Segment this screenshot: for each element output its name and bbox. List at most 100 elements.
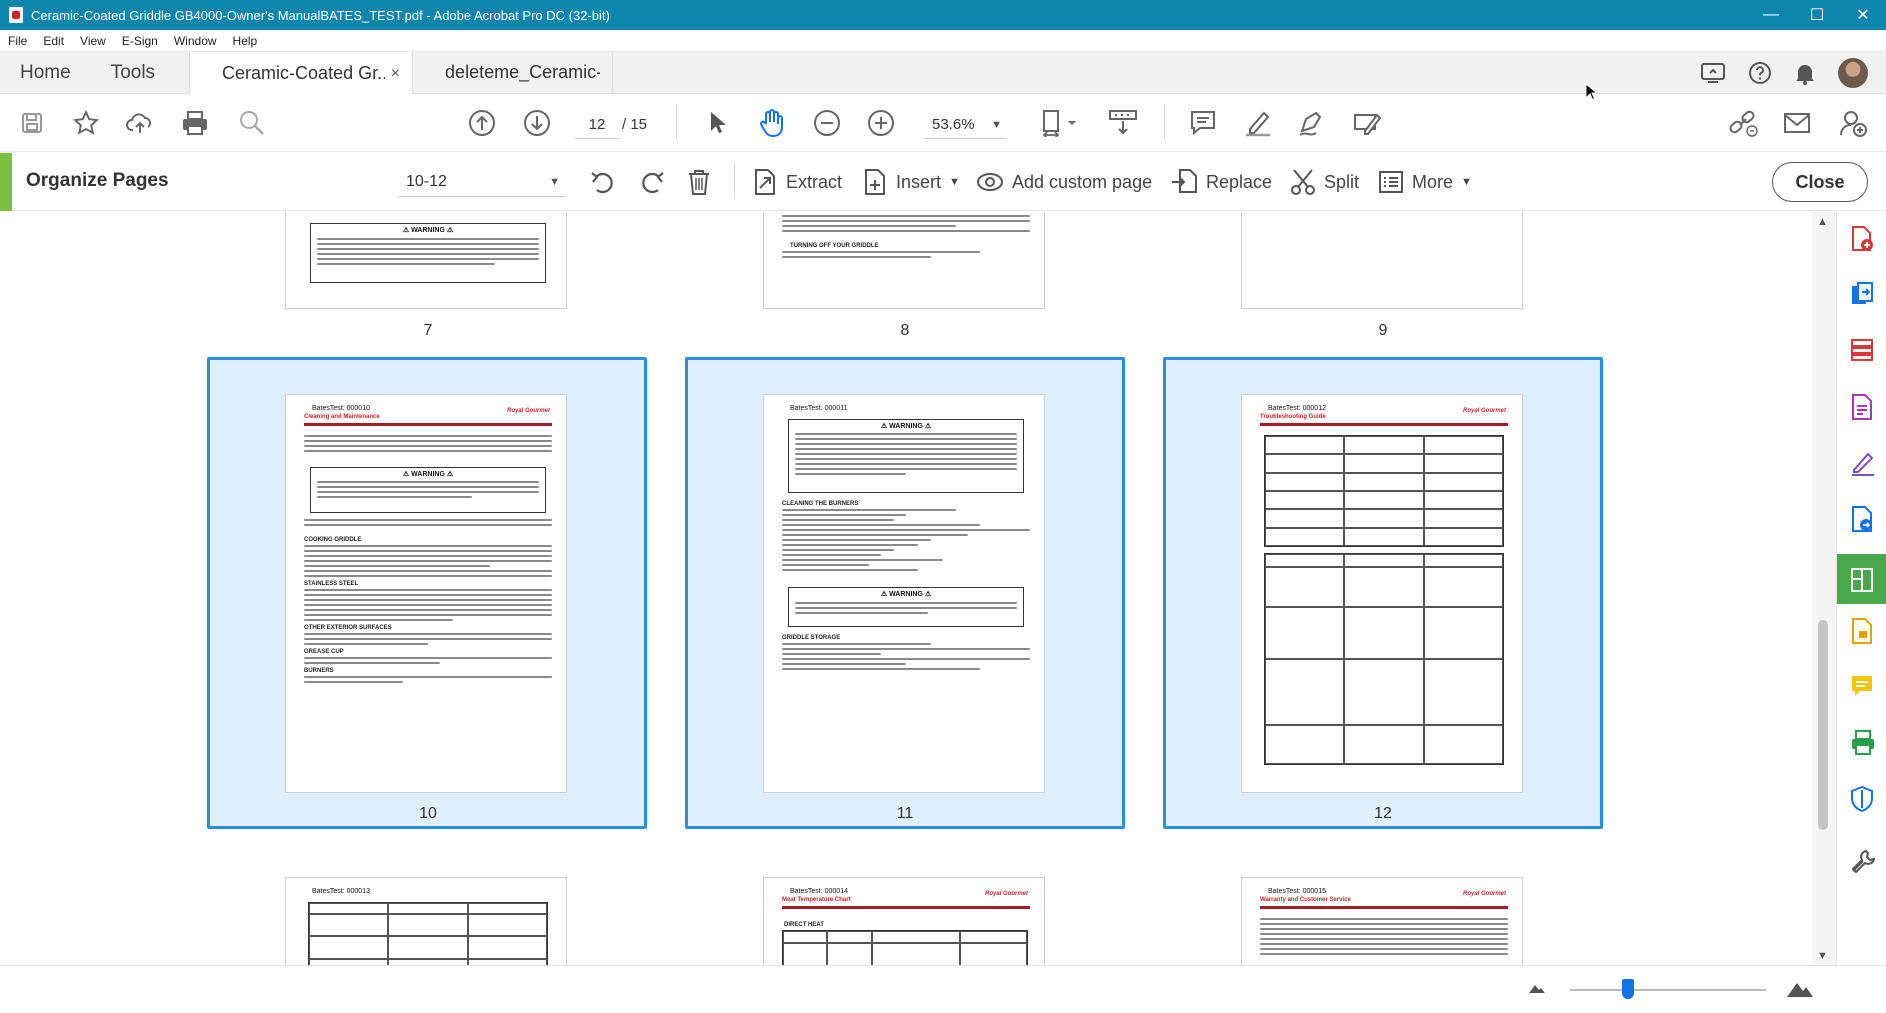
scrollbar-thumb[interactable] bbox=[1818, 620, 1828, 830]
page-thumbnail-11[interactable]: BatesTest: 000011 ⚠ WARNING ⚠ CLEANING T… bbox=[763, 394, 1045, 793]
edit-pdf-icon[interactable] bbox=[1850, 394, 1874, 420]
tab-tools[interactable]: Tools bbox=[91, 52, 189, 93]
warning-title: ⚠ WARNING ⚠ bbox=[880, 423, 932, 430]
menu-edit[interactable]: Edit bbox=[35, 34, 72, 48]
add-user-icon[interactable] bbox=[1838, 108, 1868, 138]
rotate-left-icon[interactable] bbox=[589, 167, 617, 197]
create-pdf-icon[interactable] bbox=[1850, 226, 1874, 251]
more-button[interactable]: More ▼ bbox=[1378, 167, 1472, 197]
thumbnail-size-slider[interactable] bbox=[1570, 989, 1766, 991]
insert-button[interactable]: Insert ▼ bbox=[862, 167, 960, 197]
menu-bar: File Edit View E-Sign Window Help bbox=[0, 30, 1886, 52]
next-page-icon[interactable] bbox=[522, 108, 552, 138]
organize-pages-title: Organize Pages bbox=[26, 170, 169, 191]
page-thumbnail-13[interactable]: BatesTest: 000013 bbox=[285, 877, 567, 965]
bates-number: BatesTest: 000015 bbox=[1268, 888, 1326, 895]
page-thumbnails-area: ⚠ WARNING ⚠ 7 TURNING OFF YOUR GRIDDLE 8… bbox=[0, 212, 1812, 965]
close-organize-button[interactable]: Close bbox=[1772, 162, 1868, 202]
vertical-scrollbar[interactable]: ▲ ▼ bbox=[1812, 212, 1836, 965]
bookmark-star-icon[interactable] bbox=[71, 108, 101, 138]
menu-help[interactable]: Help bbox=[225, 34, 266, 48]
scroll-mode-icon[interactable] bbox=[1106, 108, 1140, 138]
add-custom-page-button[interactable]: Add custom page bbox=[976, 167, 1152, 197]
menu-window[interactable]: Window bbox=[166, 34, 225, 48]
tab-document-1[interactable]: Ceramic-Coated Gr... × bbox=[189, 52, 414, 95]
close-window-button[interactable]: ✕ bbox=[1840, 0, 1886, 30]
scissors-icon bbox=[1291, 169, 1315, 195]
rotate-right-icon[interactable] bbox=[638, 167, 666, 197]
page-range-value: 10-12 bbox=[406, 173, 447, 190]
zoom-in-icon[interactable] bbox=[866, 108, 896, 138]
menu-view[interactable]: View bbox=[72, 34, 114, 48]
protect-shield-icon[interactable] bbox=[1850, 785, 1874, 813]
menu-esign[interactable]: E-Sign bbox=[114, 34, 166, 48]
fill-sign-icon[interactable] bbox=[1850, 450, 1874, 476]
comment-icon[interactable] bbox=[1188, 108, 1218, 138]
page-fit-icon[interactable] bbox=[1040, 108, 1080, 138]
extract-button[interactable]: Extract bbox=[752, 167, 842, 197]
page-subtitle: Troubleshooting Guide bbox=[1260, 414, 1326, 420]
page-section-heading: OTHER EXTERIOR SURFACES bbox=[304, 625, 392, 631]
bates-number: BatesTest: 000012 bbox=[1268, 405, 1326, 412]
draw-pen-icon[interactable] bbox=[1297, 108, 1327, 138]
page-thumbnail-10[interactable]: BatesTest: 000010 Cleaning and Maintenan… bbox=[285, 394, 567, 793]
organize-accent-strip bbox=[0, 153, 12, 211]
more-label: More bbox=[1412, 171, 1454, 192]
organize-layout-icon[interactable] bbox=[1850, 338, 1874, 362]
save-icon[interactable] bbox=[17, 108, 47, 138]
send-for-review-icon[interactable] bbox=[1850, 506, 1874, 532]
previous-page-icon[interactable] bbox=[467, 108, 497, 138]
warning-box: ⚠ WARNING ⚠ bbox=[310, 223, 546, 283]
page-section-heading: CLEANING THE BURNERS bbox=[782, 501, 859, 507]
organize-pages-tool-active[interactable] bbox=[1837, 554, 1886, 604]
zoom-out-icon[interactable] bbox=[812, 108, 842, 138]
page-thumbnail-7[interactable]: ⚠ WARNING ⚠ bbox=[285, 212, 567, 309]
protect-file-icon[interactable] bbox=[1850, 618, 1874, 644]
email-icon[interactable] bbox=[1782, 108, 1812, 138]
small-thumbnail-icon[interactable] bbox=[1528, 980, 1546, 999]
comment-tool-icon[interactable] bbox=[1850, 674, 1874, 698]
notifications-bell-icon[interactable] bbox=[1794, 61, 1816, 85]
page-number-input[interactable]: 12 bbox=[575, 111, 619, 139]
maximize-button[interactable]: ☐ bbox=[1794, 0, 1840, 30]
print-icon[interactable] bbox=[180, 108, 210, 138]
page-thumbnail-9[interactable] bbox=[1241, 212, 1523, 309]
upload-cloud-icon[interactable] bbox=[125, 108, 155, 138]
zoom-search-icon[interactable] bbox=[237, 108, 267, 138]
hand-tool-icon[interactable] bbox=[757, 108, 787, 138]
minimize-button[interactable]: — bbox=[1748, 0, 1794, 30]
header-rule bbox=[1260, 906, 1508, 909]
troubleshooting-table-1 bbox=[1264, 435, 1504, 547]
page-thumbnail-14[interactable]: BatesTest: 000014 Meat Temperature Chart… bbox=[763, 877, 1045, 965]
highlight-pen-icon[interactable] bbox=[1243, 108, 1273, 138]
share-screen-icon[interactable] bbox=[1700, 61, 1726, 85]
page-thumbnail-15[interactable]: BatesTest: 000015 Warranty and Customer … bbox=[1241, 877, 1523, 965]
edit-text-icon[interactable] bbox=[1352, 108, 1382, 138]
chevron-down-icon: ▼ bbox=[549, 176, 560, 188]
replace-button[interactable]: Replace bbox=[1170, 167, 1272, 197]
toolbar-divider bbox=[676, 104, 677, 140]
page-section-heading: TURNING OFF YOUR GRIDDLE bbox=[790, 243, 879, 249]
tab-document-2[interactable]: deleteme_Ceramic-... bbox=[413, 52, 614, 93]
more-tools-icon[interactable] bbox=[1850, 848, 1876, 874]
slider-knob[interactable] bbox=[1622, 979, 1634, 999]
help-icon[interactable] bbox=[1748, 61, 1772, 85]
split-button[interactable]: Split bbox=[1290, 167, 1359, 197]
tab-home[interactable]: Home bbox=[0, 52, 91, 93]
user-avatar[interactable] bbox=[1838, 57, 1868, 88]
scroll-up-icon[interactable]: ▲ bbox=[1817, 216, 1828, 228]
delete-trash-icon[interactable] bbox=[686, 167, 712, 197]
zoom-level-dropdown[interactable]: 53.6% ▼ bbox=[924, 111, 1006, 139]
export-pdf-icon[interactable] bbox=[1850, 282, 1874, 306]
scroll-down-icon[interactable]: ▼ bbox=[1817, 950, 1828, 962]
tab-close-icon[interactable]: × bbox=[391, 65, 400, 83]
page-thumbnail-8[interactable]: TURNING OFF YOUR GRIDDLE bbox=[763, 212, 1045, 309]
menu-file[interactable]: File bbox=[0, 34, 35, 48]
page-thumbnail-12[interactable]: BatesTest: 000012 Troubleshooting Guide … bbox=[1241, 394, 1523, 793]
select-cursor-icon[interactable] bbox=[703, 108, 733, 138]
share-link-icon[interactable] bbox=[1728, 108, 1758, 138]
print-production-icon[interactable] bbox=[1850, 730, 1874, 755]
page-range-dropdown[interactable]: 10-12 ▼ bbox=[398, 167, 566, 197]
large-thumbnail-icon[interactable] bbox=[1786, 976, 1814, 1003]
page-section-heading: BURNERS bbox=[304, 668, 334, 674]
